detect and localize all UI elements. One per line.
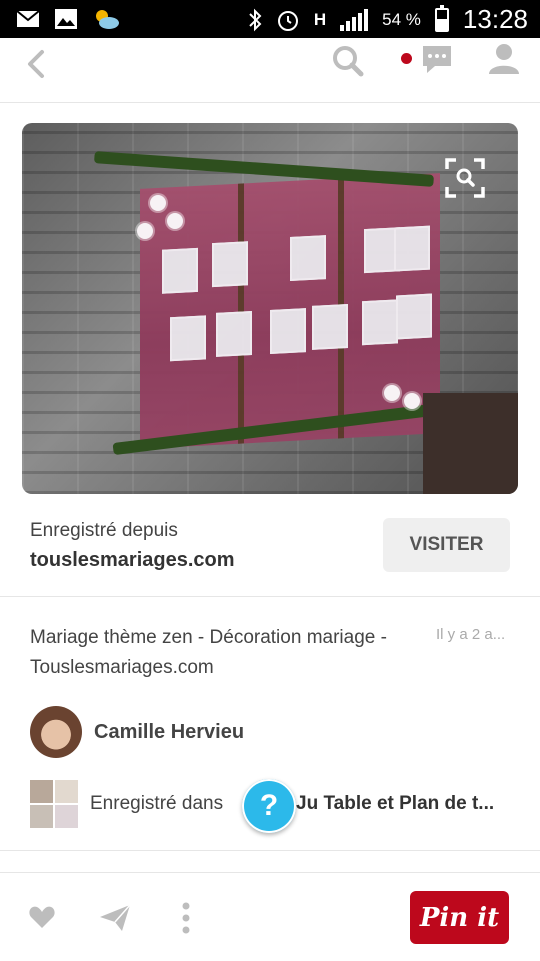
bluetooth-icon [249,8,262,31]
alarm-icon [277,10,298,31]
battery-fill [436,18,447,30]
top-bar [0,38,540,103]
orchid-flower [384,385,400,401]
pin-timestamp: Il y a 2 a... [436,626,506,643]
table-card [216,310,252,357]
saved-from-label: Enregistré depuis [30,520,178,541]
table-card [290,235,326,281]
heart-icon[interactable] [28,903,56,931]
table-card [394,225,430,272]
avatar[interactable] [30,706,82,758]
author-name[interactable]: Camille Hervieu [94,721,244,744]
pin-description: Mariage thème zen - Décoration mariage -… [30,627,387,678]
signal-icon [340,8,369,31]
help-button[interactable]: ? [242,779,296,833]
send-icon[interactable] [98,901,132,935]
divider [0,850,540,851]
board-thumbnail-tile [30,805,53,828]
board-thumbnail-tile [55,805,78,828]
table-card [362,299,398,346]
status-bar-notifications [16,7,120,31]
board-thumbnail-tile [30,780,53,803]
battery-icon [434,4,449,32]
network-type: H [313,9,327,29]
saved-in-label: Enregistré dans [90,793,224,814]
weather-icon [96,10,119,29]
messages-icon[interactable] [419,42,455,78]
table-card [162,247,198,294]
divider [0,596,540,597]
table-card [396,293,432,340]
gallery-icon [55,9,77,29]
board-thumbnail[interactable] [30,780,78,828]
back-icon[interactable] [18,44,58,84]
status-bar-system: H 54 % 13:28 [248,4,528,35]
board-name-link[interactable]: Ju Table et Plan de t... [296,793,516,815]
orchid-flower [167,213,183,229]
orchid-flower [404,393,420,409]
pin-it-button[interactable]: Pin it [410,891,509,944]
visit-button[interactable]: VISITER [383,518,510,572]
user-icon[interactable] [484,40,524,80]
orchid-flower [150,195,166,211]
status-bar: H 54 % 13:28 [0,0,540,38]
gmail-icon [16,10,40,27]
table-card [270,308,306,355]
search-icon[interactable] [330,43,366,79]
battery-percent: 54 % [382,9,421,29]
orchid-flower [137,223,153,239]
more-icon[interactable] [178,901,194,935]
source-domain-link[interactable]: touslesmariages.com [30,549,235,572]
wooden-door [423,393,518,494]
zoom-search-icon[interactable] [444,157,486,199]
clock: 13:28 [462,4,528,34]
table-card [212,241,248,288]
notification-dot [401,53,412,64]
pin-image[interactable] [22,123,518,494]
action-bar: Pin it [0,872,540,961]
table-card [312,303,348,350]
board-thumbnail-tile [55,780,78,803]
table-card [170,315,206,362]
